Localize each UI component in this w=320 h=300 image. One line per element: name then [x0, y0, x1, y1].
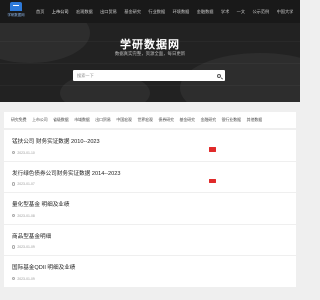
list-item[interactable]: 商品型基金明细 2023-01-09	[4, 224, 296, 255]
item-date: 2023-01-08	[17, 213, 35, 218]
item-meta: 2023-01-10	[12, 150, 35, 155]
item-date: 2023-01-10	[17, 150, 35, 155]
search-input[interactable]: 搜索一下	[73, 70, 225, 81]
nav-item-environment[interactable]: 环境数据	[173, 9, 190, 15]
category-tab[interactable]: 世界宏观	[137, 117, 153, 123]
list-item[interactable]: 发行绿色债券公司财务实证数据 2014--2023 2023-01-07	[4, 161, 296, 192]
item-title[interactable]: 量化型基金 明细及业绩	[12, 200, 70, 208]
item-title[interactable]: 锰扶公司 财务实证数据 2010--2023	[12, 137, 100, 145]
category-tab[interactable]: 银行业数据	[222, 117, 241, 123]
clock-icon	[12, 245, 16, 249]
logo-text: 学研数据网	[7, 13, 25, 17]
item-date: 2023-01-09	[17, 276, 35, 281]
item-title[interactable]: 商品型基金明细	[12, 232, 51, 240]
site-logo[interactable]: 学研数据网	[5, 2, 27, 20]
hero-title: 学研数据网	[120, 39, 180, 51]
nav-item-industry[interactable]: 行业数据	[148, 9, 165, 15]
category-tab[interactable]: 中国宏观	[116, 117, 132, 123]
nav-item-fund[interactable]: 基金研究	[124, 9, 141, 15]
item-title[interactable]: 发行绿色债券公司财务实证数据 2014--2023	[12, 169, 120, 177]
category-tab[interactable]: 出口贸易	[95, 117, 111, 123]
nav-item-finance[interactable]: 金融数据	[197, 9, 214, 15]
list-item[interactable]: 锰扶公司 财务实证数据 2010--2023 2023-01-10	[4, 130, 296, 161]
item-meta: 2023-01-09	[12, 245, 35, 250]
category-tab[interactable]: 债券研究	[158, 117, 174, 123]
clock-icon	[12, 276, 16, 281]
item-title[interactable]: 国际基金QDII 明细及业绩	[12, 263, 75, 271]
top-nav: 首页 上市公司 宏观数据 出口贸易 基金研究 行业数据 环境数据 金融数据 学术…	[36, 0, 301, 23]
nav-item-examples[interactable]: 公示范例	[252, 9, 269, 15]
nav-item-university[interactable]: 中国大学	[277, 9, 294, 15]
category-tab[interactable]: 其他数据	[247, 117, 263, 123]
status-badge	[209, 147, 216, 152]
category-tab[interactable]: 基金研究	[180, 117, 196, 123]
clock-icon	[12, 213, 16, 218]
search-button[interactable]	[212, 70, 225, 81]
category-bar: 研究免费 上市公司 省级数据 市域数据 出口贸易 中国宏观 世界宏观 债券研究 …	[4, 112, 296, 128]
clock-icon	[12, 182, 16, 186]
nav-item-home[interactable]: 首页	[36, 9, 44, 15]
item-meta: 2023-01-09	[12, 276, 35, 281]
nav-item-macro[interactable]: 宏观数据	[76, 9, 93, 15]
nav-item-listed-companies[interactable]: 上市公司	[52, 9, 69, 15]
category-tab[interactable]: 市域数据	[74, 117, 90, 123]
clock-icon	[12, 150, 16, 155]
search-placeholder: 搜索一下	[77, 73, 94, 78]
nav-item-export[interactable]: 出口贸易	[100, 9, 117, 15]
nav-item-academic[interactable]: 学术	[221, 9, 229, 15]
nav-item-article[interactable]: 一文	[237, 9, 245, 15]
category-tab[interactable]: 金融研究	[201, 117, 217, 123]
category-tab[interactable]: 上市公司	[32, 117, 48, 123]
item-date: 2023-01-07	[17, 182, 35, 186]
category-tab[interactable]: 研究免费	[11, 117, 27, 123]
hero-subtitle: 数据真实完整，资源全面，每日更新	[114, 51, 186, 56]
hero-banner: 学研数据网 数据真实完整，资源全面，每日更新 搜索一下	[0, 23, 300, 102]
category-tab[interactable]: 省级数据	[53, 117, 69, 123]
list-item[interactable]: 量化型基金 明细及业绩 2023-01-08	[4, 193, 296, 224]
item-meta: 2023-01-08	[12, 213, 35, 218]
search-icon	[216, 73, 221, 78]
logo-icon	[10, 2, 22, 11]
article-list: 锰扶公司 财务实证数据 2010--2023 2023-01-10 发行绿色债券…	[4, 130, 296, 288]
top-navigation-bar: 学研数据网 首页 上市公司 宏观数据 出口贸易 基金研究 行业数据 环境数据 金…	[0, 0, 300, 23]
item-meta: 2023-01-07	[12, 182, 35, 187]
status-badge	[209, 178, 216, 183]
list-item[interactable]: 国际基金QDII 明细及业绩 2023-01-09	[4, 256, 296, 287]
item-date: 2023-01-09	[17, 245, 35, 249]
